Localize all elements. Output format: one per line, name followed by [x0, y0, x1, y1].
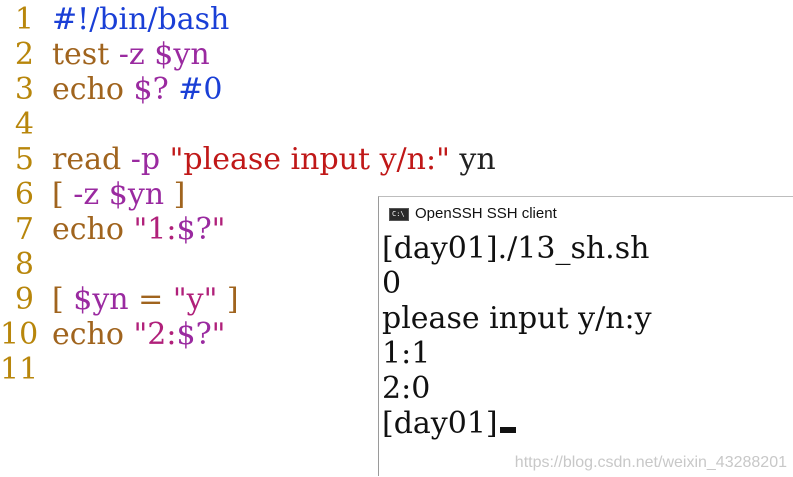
terminal-titlebar[interactable]: C:\ OpenSSH SSH client: [379, 197, 793, 231]
terminal-output[interactable]: [day01]./13_sh.sh 0 please input y/n:y 1…: [379, 231, 793, 477]
line-number: 6: [14, 177, 34, 212]
code-token: $yn: [154, 37, 210, 72]
line-number: 4: [14, 107, 34, 142]
line-number: 2: [14, 37, 34, 72]
code-token: $?: [176, 317, 212, 352]
code-token: =: [128, 282, 173, 317]
code-token: -z: [118, 37, 155, 72]
code-line: 2 test -z $yn: [0, 37, 210, 72]
code-editor[interactable]: 1 #!/bin/bash 2 test -z $yn 3 echo $? #0 4 5 rea…: [0, 0, 793, 476]
terminal-icon: C:\: [389, 208, 409, 221]
code-line: 8: [0, 247, 52, 282]
code-token: $?: [176, 212, 212, 247]
terminal-cursor: [499, 427, 516, 433]
code-token: ": [211, 317, 226, 352]
line-number: 8: [14, 247, 34, 282]
code-token: test: [52, 37, 119, 72]
code-token: "y": [172, 282, 218, 317]
line-number: 5: [14, 142, 34, 177]
code-line: 3 echo $? #0: [0, 72, 223, 107]
code-token: [: [52, 282, 74, 317]
code-line: 5 read -p "please input y/n:" yn: [0, 142, 496, 177]
terminal-line: please input y/n:y: [382, 301, 652, 336]
code-line: 6 [ -z $yn ]: [0, 177, 185, 212]
terminal-line: 0: [382, 266, 402, 301]
code-token: ]: [164, 177, 186, 212]
code-token: yn: [449, 142, 496, 177]
code-line: 11: [0, 352, 52, 387]
code-token: read: [52, 142, 131, 177]
code-token: ]: [217, 282, 239, 317]
terminal-window[interactable]: C:\ OpenSSH SSH client [day01]./13_sh.sh…: [378, 196, 793, 476]
code-token: $?: [133, 72, 179, 107]
code-token: echo: [52, 72, 134, 107]
terminal-line: 2:0: [382, 371, 431, 406]
terminal-prompt-line: [day01]: [382, 406, 516, 441]
code-token: #0: [178, 72, 223, 107]
line-number: 3: [14, 72, 34, 107]
code-token: ": [211, 212, 226, 247]
line-number: 7: [14, 212, 34, 247]
code-line: 10 echo "2:$?": [0, 317, 225, 352]
code-line: 4: [0, 107, 52, 142]
code-token: "please input y/n:": [169, 142, 450, 177]
watermark: https://blog.csdn.net/weixin_43288201: [514, 454, 787, 471]
line-number: 1: [14, 2, 34, 37]
code-token: $yn: [73, 282, 129, 317]
line-number: 11: [0, 352, 39, 387]
code-token: -p: [130, 142, 170, 177]
code-line: 1 #!/bin/bash: [0, 2, 229, 37]
line-number: 10: [0, 317, 39, 352]
code-token: -z: [73, 177, 109, 212]
code-token: [: [52, 177, 74, 212]
terminal-prompt: [day01]: [382, 406, 498, 441]
code-token: echo: [52, 212, 134, 247]
code-token: "1:: [133, 212, 177, 247]
terminal-line: [day01]./13_sh.sh: [382, 231, 650, 266]
code-line: 9 [ $yn = "y" ]: [0, 282, 239, 317]
line-number: 9: [14, 282, 34, 317]
code-token: "2:: [133, 317, 177, 352]
code-token: echo: [52, 317, 134, 352]
terminal-title: OpenSSH SSH client: [415, 205, 557, 222]
code-token: $yn: [108, 177, 165, 212]
code-line: 7 echo "1:$?": [0, 212, 226, 247]
code-token: #!/bin/bash: [52, 2, 230, 37]
terminal-line: 1:1: [382, 336, 431, 371]
